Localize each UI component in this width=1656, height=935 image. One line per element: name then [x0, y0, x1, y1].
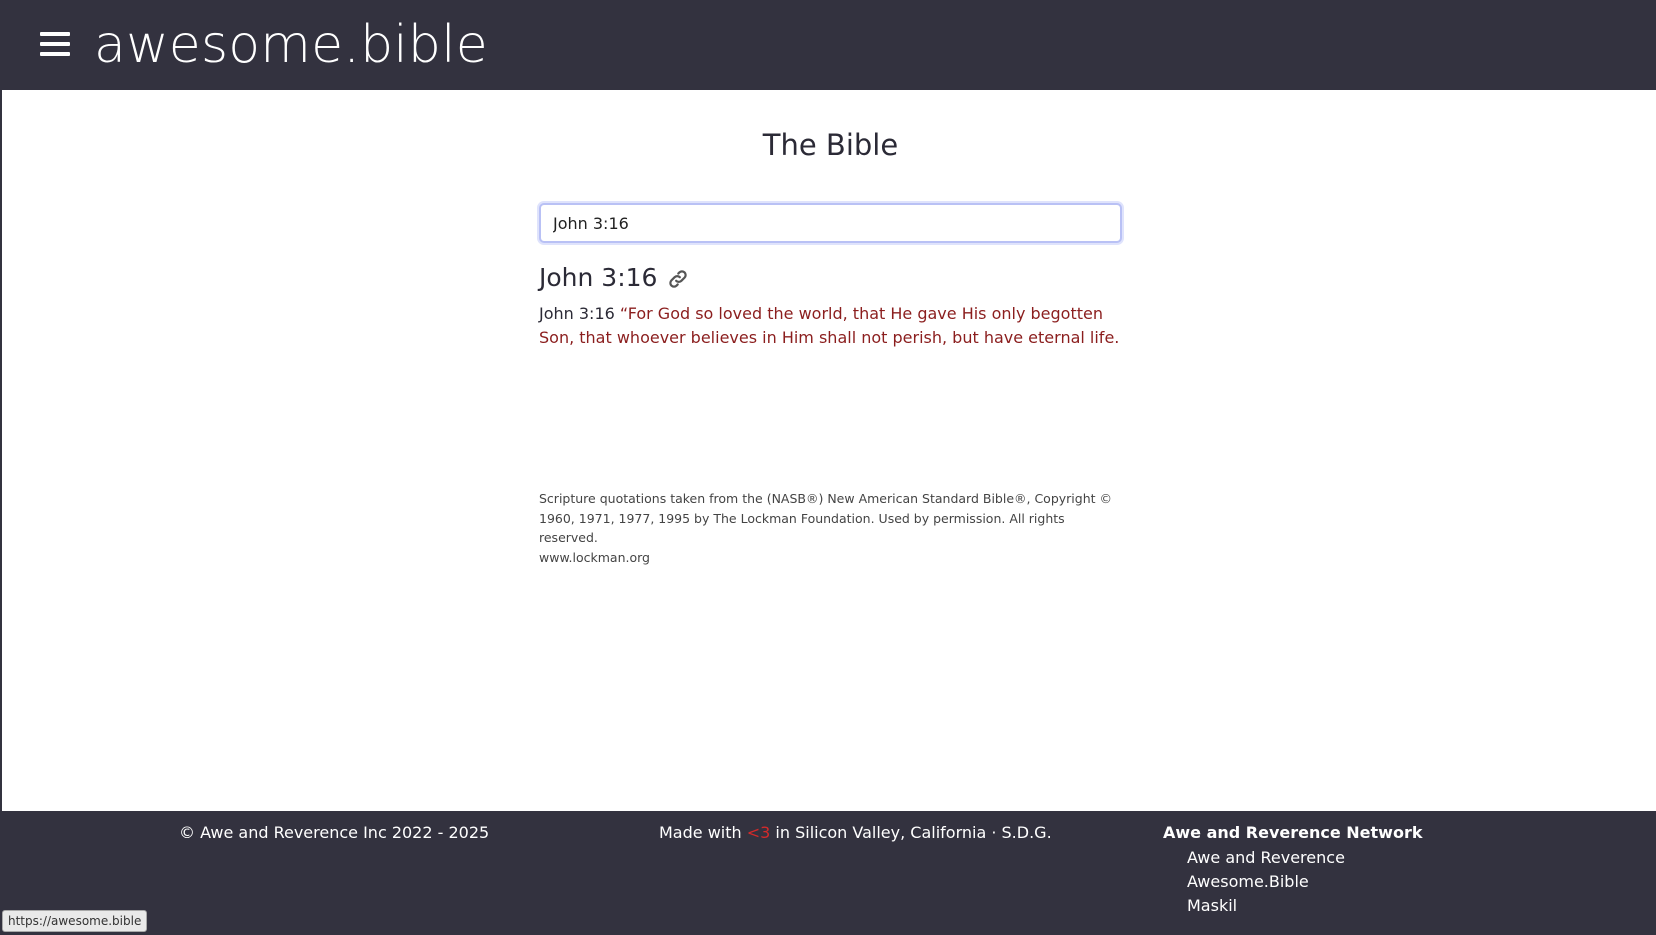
link-icon[interactable]	[667, 267, 689, 289]
network-section: Awe and Reverence Network Awe and Revere…	[1163, 823, 1422, 918]
verse-text: John 3:16 “For God so loved the world, t…	[539, 302, 1122, 350]
lockman-link[interactable]: www.lockman.org	[539, 550, 650, 565]
made-with-suffix: in Silicon Valley, California · S.D.G.	[775, 823, 1052, 842]
verse-body: “For God so loved the world, that He gav…	[539, 304, 1120, 347]
status-bar-url: https://awesome.bible	[2, 910, 148, 932]
hamburger-menu-icon[interactable]	[40, 30, 70, 58]
site-footer: © Awe and Reverence Inc 2022 - 2025 Made…	[0, 811, 1656, 935]
site-title-link[interactable]: awesome.bible	[94, 10, 488, 80]
network-title: Awe and Reverence Network	[1163, 823, 1423, 842]
footer-made-with: Made with <3 in Silicon Valley, Californ…	[659, 823, 1052, 842]
scripture-copyright-text: Scripture quotations taken from the (NAS…	[539, 491, 1113, 545]
scripture-copyright: Scripture quotations taken from the (NAS…	[539, 489, 1122, 567]
network-link-awe-and-reverence[interactable]: Awe and Reverence	[1187, 848, 1345, 867]
page-title: The Bible	[762, 128, 899, 162]
verse-reference: John 3:16	[539, 304, 615, 323]
made-with-prefix: Made with	[659, 823, 742, 842]
verse-heading: John 3:16	[539, 263, 689, 292]
site-header: awesome.bible	[0, 0, 1656, 90]
main-content: The Bible John 3:16 John 3:16 “For God s…	[2, 90, 1656, 811]
verse-heading-text: John 3:16	[539, 263, 658, 292]
network-link-awesome-bible[interactable]: Awesome.Bible	[1187, 872, 1309, 891]
footer-copyright: © Awe and Reverence Inc 2022 - 2025	[179, 823, 490, 842]
search-input[interactable]	[539, 203, 1122, 243]
heart-text: <3	[746, 823, 771, 842]
network-list: Awe and Reverence Awesome.Bible Maskil	[1163, 846, 1422, 918]
network-link-maskil[interactable]: Maskil	[1187, 896, 1237, 915]
